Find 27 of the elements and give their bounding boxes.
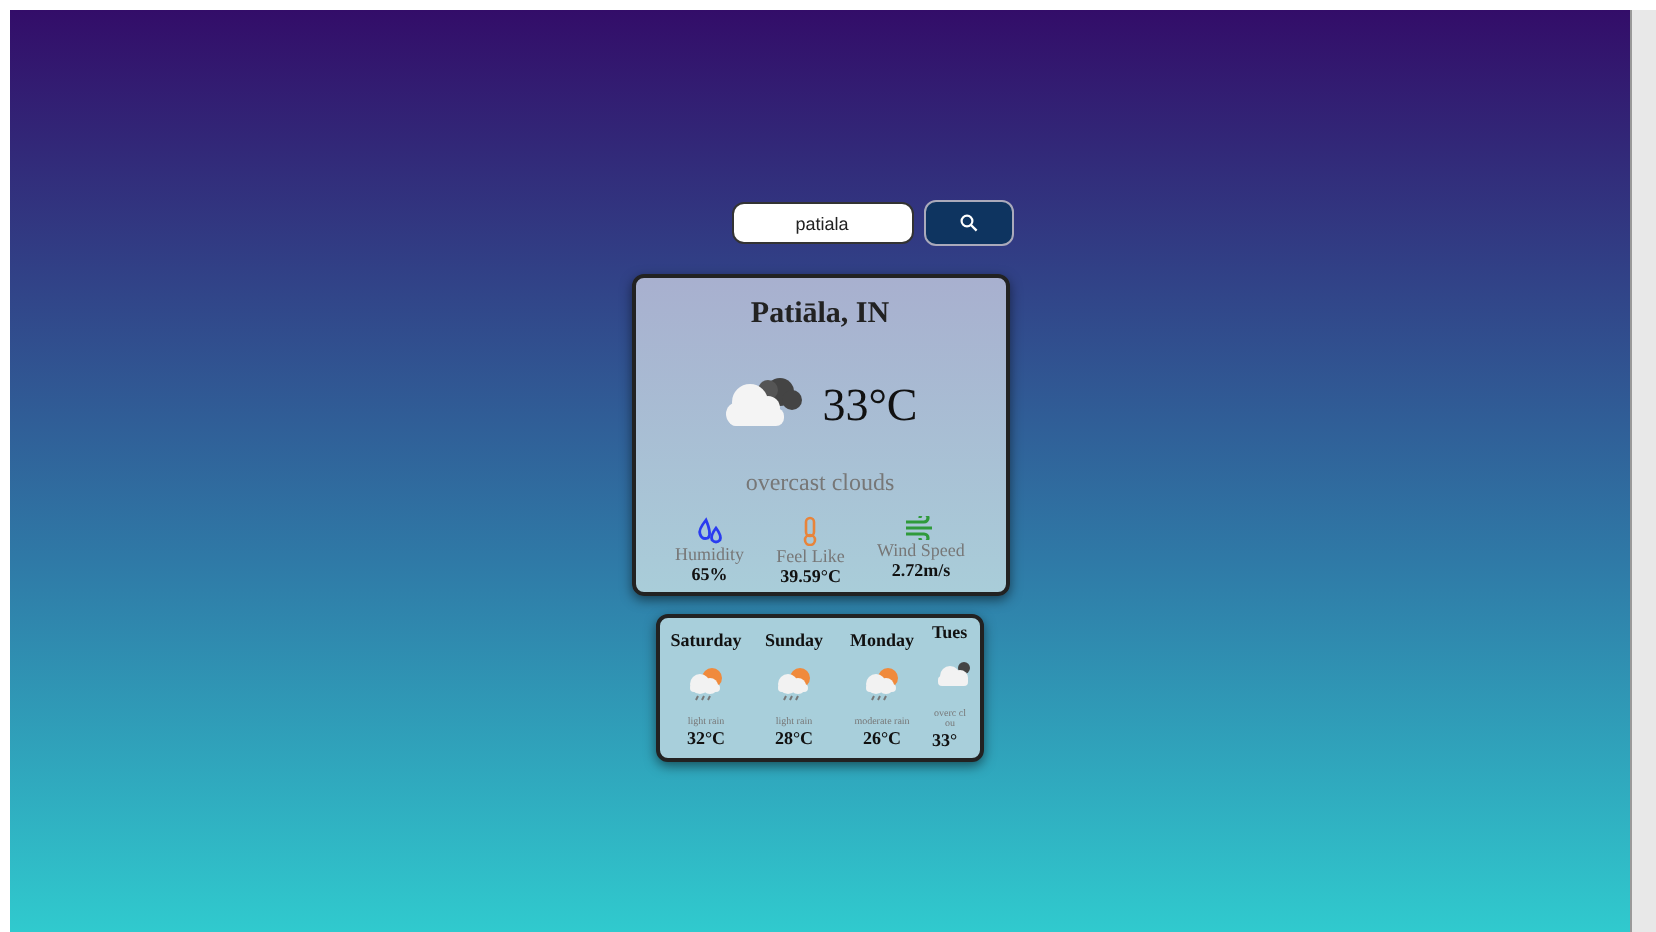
cloud-icon bbox=[722, 372, 803, 428]
weather-description: overcast clouds bbox=[745, 468, 895, 498]
forecast-day: Saturday bbox=[670, 630, 742, 650]
search-field[interactable]: patiala bbox=[731, 202, 913, 244]
wind-icon bbox=[904, 516, 937, 540]
search-icon bbox=[959, 214, 977, 232]
water-drops-icon bbox=[695, 516, 724, 544]
stat-value: 39.59°C bbox=[780, 566, 841, 586]
stat-value: 2.72m/s bbox=[891, 560, 951, 580]
forecast-day: Sunday bbox=[764, 630, 824, 650]
rain-cloud-icon bbox=[772, 666, 816, 702]
stat-label: Humidity bbox=[675, 544, 745, 564]
stat-value: 65% bbox=[691, 564, 728, 584]
stat-label: Feel Like bbox=[776, 546, 845, 566]
forecast-temperature: 32°C bbox=[686, 728, 726, 748]
search-button[interactable] bbox=[923, 200, 1013, 246]
thermometer-icon bbox=[800, 516, 821, 546]
forecast-temperature: 28°C bbox=[774, 728, 814, 748]
rain-cloud-icon bbox=[860, 666, 904, 702]
temperature: 33°C bbox=[822, 379, 918, 431]
city-name: Patiāla, IN bbox=[750, 298, 890, 332]
forecast-day: Monday bbox=[849, 630, 914, 650]
forecast-temperature: 33° bbox=[932, 730, 958, 750]
forecast-temperature: 26°C bbox=[862, 728, 902, 748]
forecast-day: Tues bbox=[932, 622, 968, 642]
stat-label: Wind Speed bbox=[877, 540, 965, 560]
rain-cloud-icon bbox=[684, 666, 728, 702]
